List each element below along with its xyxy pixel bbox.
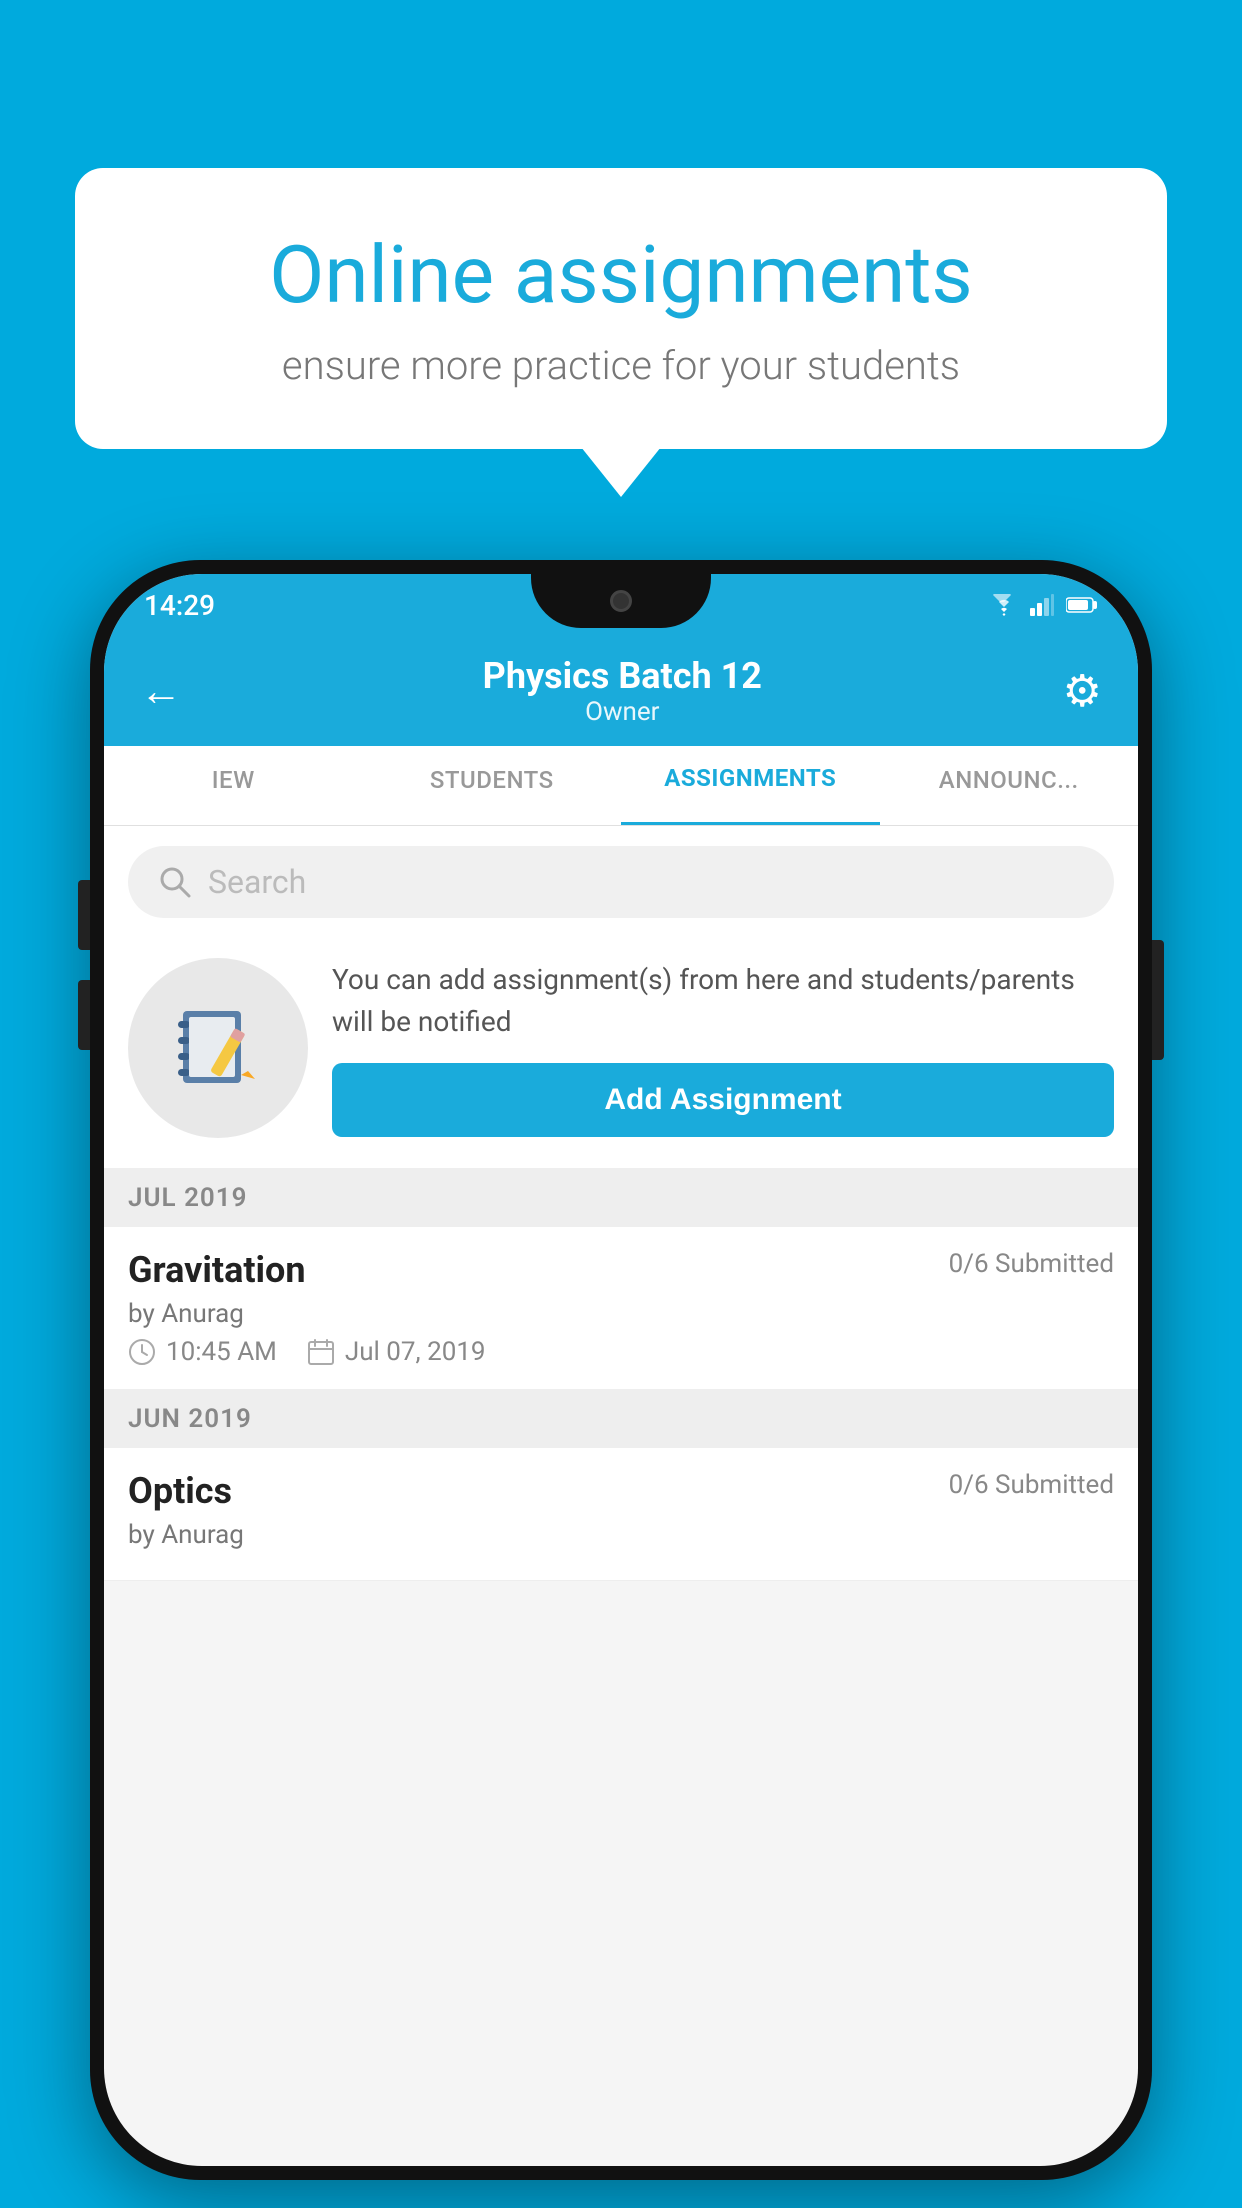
clock-icon (128, 1338, 156, 1366)
assignment-meta: 10:45 AM Jul 07, 2019 (128, 1337, 1114, 1367)
app-bar: ← Physics Batch 12 Owner ⚙ (104, 636, 1138, 746)
volume-up-button[interactable] (78, 880, 90, 950)
month-header-jul: JUL 2019 (104, 1169, 1138, 1227)
status-icons (990, 594, 1098, 616)
tab-iew[interactable]: IEW (104, 746, 363, 825)
tab-assignments[interactable]: ASSIGNMENTS (621, 746, 880, 825)
search-bar[interactable]: Search (128, 846, 1114, 918)
app-bar-title: Physics Batch 12 (483, 655, 762, 697)
notch (531, 574, 711, 628)
signal-icon (1030, 594, 1054, 616)
assignment-submitted: 0/6 Submitted (949, 1249, 1114, 1279)
back-button[interactable]: ← (140, 667, 182, 716)
tabs: IEW STUDENTS ASSIGNMENTS ANNOUNC... (104, 746, 1138, 826)
assignment-submitted-optics: 0/6 Submitted (949, 1470, 1114, 1500)
search-placeholder: Search (208, 863, 306, 901)
assignment-item-gravitation[interactable]: Gravitation 0/6 Submitted by Anurag 10:4… (104, 1227, 1138, 1390)
notebook-icon (173, 1003, 263, 1093)
settings-icon[interactable]: ⚙ (1063, 665, 1102, 717)
search-icon (158, 865, 192, 899)
volume-down-button[interactable] (78, 980, 90, 1050)
assignment-time: 10:45 AM (128, 1337, 277, 1367)
assignment-header: Gravitation 0/6 Submitted (128, 1249, 1114, 1291)
assignment-title-optics: Optics (128, 1470, 232, 1512)
wifi-icon (990, 594, 1018, 616)
assignment-time-text: 10:45 AM (166, 1337, 277, 1367)
camera (610, 590, 632, 612)
promo-description: You can add assignment(s) from here and … (332, 959, 1114, 1043)
battery-icon (1066, 596, 1098, 614)
promo-section: You can add assignment(s) from here and … (104, 938, 1138, 1169)
status-bar: 14:29 (104, 574, 1138, 636)
speech-bubble-title: Online assignments (155, 228, 1087, 322)
phone: 14:29 (90, 560, 1152, 2180)
promo-icon-circle (128, 958, 308, 1138)
speech-bubble: Online assignments ensure more practice … (75, 168, 1167, 449)
assignment-header-optics: Optics 0/6 Submitted (128, 1470, 1114, 1512)
assignment-date-text: Jul 07, 2019 (345, 1337, 486, 1367)
tab-announcements[interactable]: ANNOUNC... (880, 746, 1139, 825)
app-bar-title-block: Physics Batch 12 Owner (483, 655, 762, 727)
promo-right: You can add assignment(s) from here and … (332, 959, 1114, 1137)
speech-bubble-subtitle: ensure more practice for your students (155, 342, 1087, 389)
assignment-by: by Anurag (128, 1299, 1114, 1329)
assignment-date: Jul 07, 2019 (307, 1337, 486, 1367)
month-header-jun: JUN 2019 (104, 1390, 1138, 1448)
assignment-by-optics: by Anurag (128, 1520, 1114, 1550)
power-button[interactable] (1152, 940, 1164, 1060)
assignment-item-optics[interactable]: Optics 0/6 Submitted by Anurag (104, 1448, 1138, 1581)
assignment-title: Gravitation (128, 1249, 306, 1291)
app-bar-subtitle: Owner (483, 697, 762, 727)
add-assignment-button[interactable]: Add Assignment (332, 1063, 1114, 1137)
content-area: Search (104, 826, 1138, 1581)
calendar-icon (307, 1338, 335, 1366)
tab-students[interactable]: STUDENTS (363, 746, 622, 825)
phone-screen: 14:29 (104, 574, 1138, 2166)
status-time: 14:29 (144, 589, 215, 622)
